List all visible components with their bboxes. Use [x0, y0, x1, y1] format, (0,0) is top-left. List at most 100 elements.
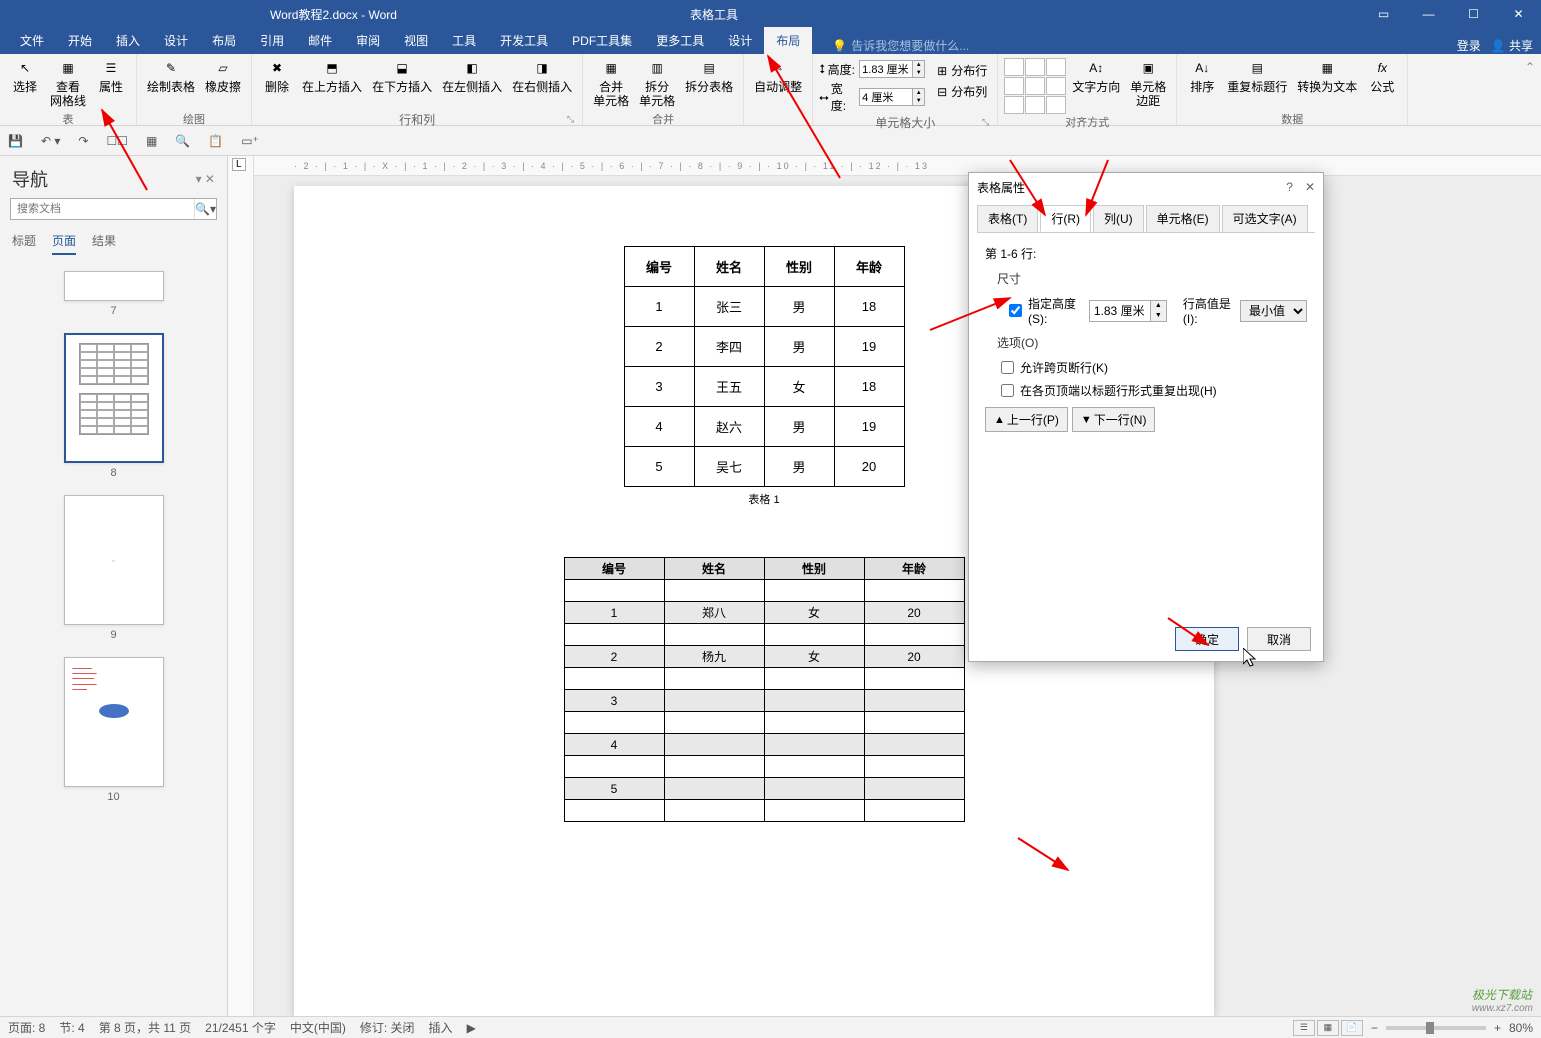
dialog-launcher-rowcol[interactable]: ⤡ — [567, 114, 574, 125]
status-section[interactable]: 节: 4 — [59, 1019, 84, 1036]
insert-below-button[interactable]: ⬓在下方插入 — [368, 56, 436, 96]
status-page[interactable]: 页面: 8 — [8, 1019, 45, 1036]
tab-references[interactable]: 引用 — [248, 27, 296, 54]
tab-pdf[interactable]: PDF工具集 — [560, 27, 644, 54]
thumbnail-8[interactable]: 8 — [0, 333, 227, 479]
tab-more[interactable]: 更多工具 — [644, 27, 716, 54]
height-value-input[interactable] — [1090, 301, 1150, 321]
repeat-header-button[interactable]: ▤重复标题行 — [1223, 56, 1291, 96]
nav-close-icon[interactable]: ▾ ✕ — [196, 172, 215, 186]
thumbnail-7[interactable]: 7 — [0, 271, 227, 317]
tab-file[interactable]: 文件 — [8, 27, 56, 54]
next-row-button[interactable]: ▼ 下一行(N) — [1072, 407, 1156, 432]
prev-row-button[interactable]: ▲ 上一行(P) — [985, 407, 1068, 432]
insert-left-button[interactable]: ◧在左侧插入 — [438, 56, 506, 96]
eraser-button[interactable]: ▱橡皮擦 — [201, 56, 245, 96]
autofit-button[interactable]: ⇔自动调整 — [750, 56, 806, 96]
doc-table-2[interactable]: 编号姓名性别年龄 1郑八女20 2杨九女20 3 4 5 — [564, 557, 965, 822]
allow-break-checkbox[interactable] — [1001, 361, 1014, 374]
qat-icon-5[interactable]: ▦ — [146, 134, 157, 148]
tab-table-design[interactable]: 设计 — [716, 27, 764, 54]
dialog-tab-alttext[interactable]: 可选文字(A) — [1222, 205, 1308, 232]
qat-icon-6[interactable]: 🔍 — [175, 134, 190, 148]
repeat-header-checkbox[interactable] — [1001, 384, 1014, 397]
properties-button[interactable]: ☰属性 — [92, 56, 130, 96]
login-link[interactable]: 登录 — [1457, 37, 1481, 54]
tell-me-search[interactable]: 💡告诉我您想要做什么... — [832, 37, 969, 54]
dialog-launcher-cellsize[interactable]: ⤡ — [982, 117, 989, 128]
thumbnail-10[interactable]: ━━━━━━━━━━━━━━━━━━━━━━━━━━━━━━━━━━━━━━━━… — [0, 657, 227, 803]
collapse-ribbon-icon[interactable]: ⌃ — [1519, 54, 1541, 125]
tab-design[interactable]: 设计 — [152, 27, 200, 54]
formula-button[interactable]: fx公式 — [1363, 56, 1401, 96]
share-button[interactable]: 👤 共享 — [1491, 37, 1533, 54]
sort-button[interactable]: A↓排序 — [1183, 56, 1221, 96]
merge-cells-button[interactable]: ▦合并 单元格 — [589, 56, 633, 111]
qat-icon-4[interactable]: ☐☐ — [106, 134, 128, 148]
save-icon[interactable]: 💾 — [8, 134, 23, 148]
nav-search-input[interactable] — [11, 199, 194, 219]
dialog-tab-column[interactable]: 列(U) — [1093, 205, 1144, 232]
status-insert[interactable]: 插入 — [429, 1019, 453, 1036]
split-cells-button[interactable]: ▥拆分 单元格 — [635, 56, 679, 111]
zoom-percent[interactable]: 80% — [1509, 1021, 1533, 1035]
zoom-slider[interactable] — [1386, 1026, 1486, 1030]
insert-above-button[interactable]: ⬒在上方插入 — [298, 56, 366, 96]
search-icon[interactable]: 🔍▾ — [194, 199, 216, 219]
specify-height-checkbox[interactable] — [1009, 304, 1022, 317]
dialog-close-icon[interactable]: ✕ — [1305, 180, 1315, 194]
nav-tab-pages[interactable]: 页面 — [52, 228, 76, 255]
status-language[interactable]: 中文(中国) — [290, 1019, 346, 1036]
document-area[interactable]: · 2 · | · 1 · | · X · | · 1 · | · 2 · | … — [254, 156, 1541, 1018]
tab-view[interactable]: 视图 — [392, 27, 440, 54]
qat-icon-8[interactable]: ▭⁺ — [241, 134, 259, 148]
tab-layout[interactable]: 布局 — [200, 27, 248, 54]
distribute-cols-button[interactable]: ⊟分布列 — [933, 81, 991, 102]
dialog-tab-row[interactable]: 行(R) — [1040, 205, 1091, 232]
dialog-help-icon[interactable]: ? — [1286, 180, 1293, 194]
maximize-icon[interactable]: ☐ — [1451, 0, 1496, 28]
tab-insert[interactable]: 插入 — [104, 27, 152, 54]
tab-home[interactable]: 开始 — [56, 27, 104, 54]
tab-review[interactable]: 审阅 — [344, 27, 392, 54]
draw-table-button[interactable]: ✎绘制表格 — [143, 56, 199, 96]
dialog-tab-cell[interactable]: 单元格(E) — [1146, 205, 1220, 232]
view-mode-buttons[interactable]: ☰▦📄 — [1293, 1020, 1363, 1036]
height-type-select[interactable]: 最小值 — [1240, 300, 1307, 322]
alignment-grid[interactable] — [1004, 56, 1066, 114]
view-gridlines-button[interactable]: ▦查看 网格线 — [46, 56, 90, 111]
distribute-rows-button[interactable]: ⊞分布行 — [933, 60, 991, 81]
ok-button[interactable]: 确定 — [1175, 627, 1239, 651]
undo-icon[interactable]: ↶ ▾ — [41, 134, 60, 148]
tab-tools[interactable]: 工具 — [440, 27, 488, 54]
thumbnail-9[interactable]: - 9 — [0, 495, 227, 641]
ribbon-display-icon[interactable]: ▭ — [1361, 0, 1406, 28]
dialog-tab-table[interactable]: 表格(T) — [977, 205, 1038, 232]
text-direction-button[interactable]: A↕文字方向 — [1068, 56, 1124, 96]
qat-icon-7[interactable]: 📋 — [208, 134, 223, 148]
close-icon[interactable]: ✕ — [1496, 0, 1541, 28]
select-button[interactable]: ↖选择 — [6, 56, 44, 96]
height-input[interactable]: ▲▼ — [859, 60, 925, 78]
spin-down-icon[interactable]: ▼ — [1151, 311, 1166, 321]
zoom-in-icon[interactable]: + — [1494, 1021, 1501, 1035]
nav-search[interactable]: 🔍▾ — [10, 198, 217, 220]
convert-text-button[interactable]: ▦转换为文本 — [1293, 56, 1361, 96]
minimize-icon[interactable]: — — [1406, 0, 1451, 28]
insert-right-button[interactable]: ◨在右侧插入 — [508, 56, 576, 96]
redo-icon[interactable]: ↷ — [78, 134, 88, 148]
status-words[interactable]: 21/2451 个字 — [205, 1019, 276, 1036]
width-input[interactable]: ▲▼ — [859, 88, 925, 106]
split-table-button[interactable]: ▤拆分表格 — [681, 56, 737, 96]
nav-tab-results[interactable]: 结果 — [92, 228, 116, 255]
cell-margins-button[interactable]: ▣单元格 边距 — [1126, 56, 1170, 111]
ruler-tab-button[interactable]: L — [232, 158, 246, 171]
tab-developer[interactable]: 开发工具 — [488, 27, 560, 54]
delete-button[interactable]: ✖删除 — [258, 56, 296, 96]
tab-table-layout[interactable]: 布局 — [764, 27, 812, 54]
nav-tab-headings[interactable]: 标题 — [12, 228, 36, 255]
spin-up-icon[interactable]: ▲ — [1151, 301, 1166, 311]
zoom-out-icon[interactable]: − — [1371, 1021, 1378, 1035]
status-macro-icon[interactable]: ▶ — [467, 1021, 476, 1035]
tab-mailings[interactable]: 邮件 — [296, 27, 344, 54]
